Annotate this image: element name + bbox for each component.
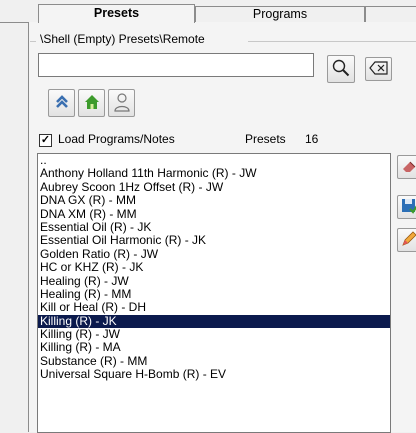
list-item[interactable]: Essential Oil (R) - JK [38, 220, 390, 234]
list-item[interactable]: HC or KHZ (R) - JK [38, 260, 390, 274]
search-button[interactable] [327, 55, 355, 83]
double-chevron-up-icon [54, 94, 70, 113]
home-icon [83, 93, 101, 114]
magnifier-icon [331, 58, 351, 81]
current-path-label: \Shell (Empty) Presets\Remote [38, 32, 207, 46]
list-item[interactable]: Kill or Heal (R) - DH [38, 300, 390, 314]
list-item[interactable]: Healing (R) - JW [38, 274, 390, 288]
tab-strip: Presets Programs [0, 0, 416, 23]
list-item[interactable]: Aubrey Scoon 1Hz Offset (R) - JW [38, 180, 390, 194]
up-folder-button[interactable] [48, 89, 75, 117]
list-item[interactable]: DNA GX (R) - MM [38, 193, 390, 207]
user-icon [113, 92, 131, 115]
home-button[interactable] [78, 89, 105, 117]
group-border-left [30, 41, 36, 42]
edit-preset-button[interactable] [397, 228, 416, 252]
presets-count-value: 16 [305, 132, 319, 146]
list-item[interactable]: Killing (R) - JW [38, 327, 390, 341]
list-item[interactable]: Healing (R) - MM [38, 287, 390, 301]
list-item[interactable]: Golden Ratio (R) - JW [38, 247, 390, 261]
search-input[interactable] [38, 53, 314, 77]
list-item[interactable]: .. [38, 154, 390, 167]
clear-search-button[interactable] [365, 57, 392, 81]
delete-icon [400, 157, 416, 178]
load-programs-label: Load Programs/Notes [58, 132, 175, 146]
delete-preset-button[interactable] [397, 155, 416, 179]
backspace-clear-icon [368, 60, 389, 78]
list-item[interactable]: DNA XM (R) - MM [38, 207, 390, 221]
list-item[interactable]: Substance (R) - MM [38, 354, 390, 368]
edit-icon [400, 230, 416, 251]
list-item[interactable]: Killing (R) - MA [38, 341, 390, 355]
save-icon [400, 197, 416, 218]
tab-third[interactable] [365, 6, 416, 23]
presets-list[interactable]: .. Anthony Holland 11th Harmonic (R) - JW… [37, 153, 391, 433]
list-item[interactable]: Universal Square H-Bomb (R) - EV [38, 367, 390, 381]
tab-presets[interactable]: Presets [38, 4, 195, 23]
tab-programs[interactable]: Programs [195, 6, 365, 23]
list-item[interactable]: Killing (R) - JK [38, 314, 390, 329]
presets-count-label: Presets [245, 132, 286, 146]
user-button[interactable] [108, 89, 135, 117]
load-programs-checkbox[interactable]: ✓ [39, 134, 52, 147]
save-preset-button[interactable] [397, 195, 416, 219]
group-border-right [248, 41, 416, 42]
list-item[interactable]: Anthony Holland 11th Harmonic (R) - JW [38, 166, 390, 180]
list-item[interactable]: Essential Oil Harmonic (R) - JK [38, 233, 390, 247]
